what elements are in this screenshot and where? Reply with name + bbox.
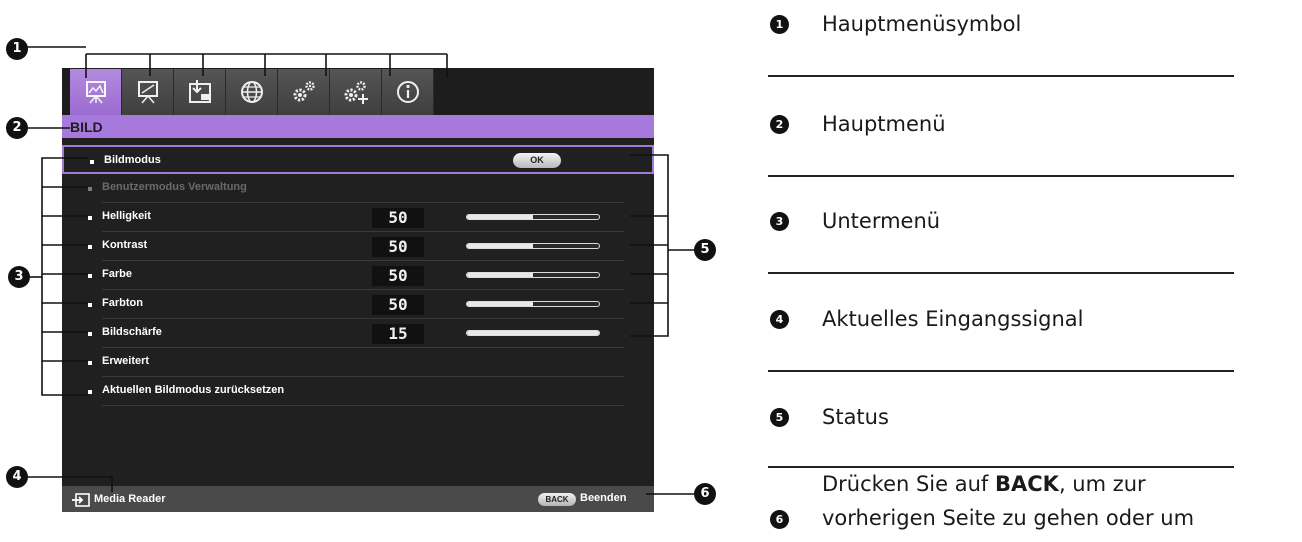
legend-divider (768, 370, 1234, 372)
legend-divider (768, 466, 1234, 468)
callout-6: 6 (694, 483, 716, 505)
legend-text-part: Drücken Sie auf (822, 472, 995, 496)
legend-text: Hauptmenü (822, 112, 946, 136)
legend-divider (768, 272, 1234, 274)
legend-text: Status (822, 405, 889, 429)
legend-divider (768, 75, 1234, 77)
legend-item-3: 3 Untermenü (770, 209, 1240, 239)
callout-lines (26, 46, 696, 495)
callout-1: 1 (6, 38, 28, 60)
legend-item-1: 1 Hauptmenüsymbol (770, 12, 1240, 42)
legend-item-5: 5 Status (770, 405, 1240, 435)
legend-text-line1: Drücken Sie auf BACK, um zur (822, 472, 1146, 496)
legend-text: Untermenü (822, 209, 941, 233)
legend-badge: 4 (770, 310, 789, 329)
legend-item-2: 2 Hauptmenü (770, 112, 1240, 142)
legend-badge: 5 (770, 408, 789, 427)
callout-3: 3 (8, 266, 30, 288)
legend-text: Hauptmenüsymbol (822, 12, 1022, 36)
legend-item-4: 4 Aktuelles Eingangssignal (770, 307, 1240, 337)
back-keyword: BACK (994, 472, 1059, 496)
legend-badge: 3 (770, 212, 789, 231)
legend-badge: 2 (770, 115, 789, 134)
legend-badge: 6 (770, 510, 789, 529)
legend-divider (768, 175, 1234, 177)
callout-4: 4 (6, 466, 28, 488)
legend-text-line2: vorherigen Seite zu gehen oder um (822, 506, 1195, 530)
callout-5: 5 (694, 239, 716, 261)
legend-text: Aktuelles Eingangssignal (822, 307, 1084, 331)
legend-text-part: , um zur (1058, 472, 1146, 496)
legend-badge: 1 (770, 15, 789, 34)
legend-item-6: 6 Drücken Sie auf BACK, um zur vorherige… (770, 472, 1240, 542)
callout-2: 2 (6, 117, 28, 139)
